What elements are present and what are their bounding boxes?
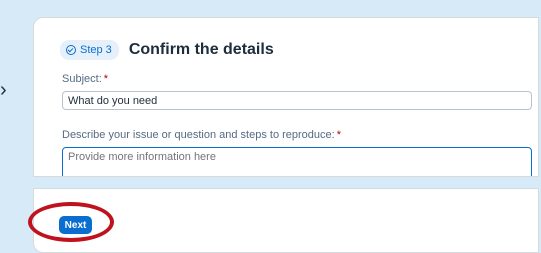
subject-label: Subject: * [62,73,108,85]
description-textarea[interactable] [62,147,532,176]
subject-label-text: Subject: [62,73,102,85]
description-label: Describe your issue or question and step… [62,129,341,141]
check-circle-icon [66,44,76,55]
description-required-marker: * [336,129,341,141]
step-header: Step 3 Confirm the details [60,40,274,60]
chevron-icon: › [0,79,7,101]
form-card: Step 3 Confirm the details Subject:* Des… [33,17,539,177]
subject-required-marker: * [103,73,109,85]
step-title: Confirm the details [128,41,274,58]
step-badge: Step 3 [60,40,119,60]
subject-input[interactable] [62,91,532,110]
step-badge-label: Step 3 [80,43,112,56]
actions-card: Next [33,188,539,253]
description-label-text: Describe your issue or question and step… [62,129,335,141]
next-button[interactable]: Next [59,216,92,234]
